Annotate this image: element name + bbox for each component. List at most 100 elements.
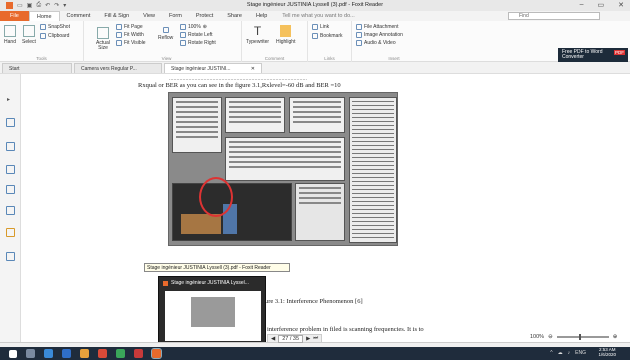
menu-share[interactable]: Share [220,13,249,19]
clock-date: 1/6/2020 [598,352,616,357]
system-tray: ^ ☁ ♪ ENG [550,350,586,356]
image-annotation-button[interactable]: Image Annotation [356,32,403,38]
link-icon [312,24,318,30]
zoom-in-icon[interactable]: ⊕ [203,24,207,30]
fit-page-button[interactable]: Fit Page [116,24,143,30]
volume-icon[interactable]: ♪ [568,350,571,356]
language-indicator[interactable]: ENG [575,350,586,356]
typewriter-button[interactable]: T Typewriter [246,25,269,45]
left-navigation-panel: ▸ [0,74,21,342]
zoom-slider[interactable] [556,334,609,340]
bookmarks-panel-icon[interactable] [6,118,15,127]
ribbon-group-insert: File Attachment Image Annotation Audio &… [352,21,436,62]
thumbnail-image [165,291,261,341]
tab-stage[interactable]: Stage ingénieur JUSTINI... ✕ [164,63,262,73]
task-view-icon[interactable] [26,349,35,358]
layers-panel-icon[interactable] [6,185,15,194]
file-attachment-button[interactable]: File Attachment [356,24,398,30]
last-page-icon[interactable]: ⏭ [313,335,318,342]
zoom-out-icon[interactable]: ⊖ [548,334,553,340]
snapshot-button[interactable]: SnapShot [40,24,70,30]
bookmark-label: Bookmark [320,33,343,39]
signature-panel-icon[interactable] [6,252,15,261]
title-bar: ▭ ▣ ⎙ ↶ ↷ ▾ Stage ingénieur JUSTINIA Lys… [0,0,630,11]
link-label: Link [320,24,330,30]
view-group-label: View [161,56,172,61]
image-annotation-label: Image Annotation [364,32,403,38]
select-tool-button[interactable]: Select [22,25,36,45]
rotate-left-button[interactable]: Rotate Left [180,32,212,38]
zoom-in-status-icon[interactable]: ⊕ [613,334,618,340]
fit-width-button[interactable]: Fit Width [116,32,144,38]
pdf-to-word-promo[interactable]: Free PDF to Word Converter PDF [558,48,628,62]
ribbon-group-comment: T Typewriter Highlight Comment [242,21,308,62]
tab-stage-label: Stage ingénieur JUSTINI... [171,65,231,72]
menu-form[interactable]: Form [162,13,189,19]
highlight-circle [199,177,233,217]
bookmark-button[interactable]: Bookmark [312,33,343,39]
foxit-taskbar-icon[interactable] [151,348,162,359]
tab-close-icon[interactable]: ✕ [251,66,255,72]
chrome-icon[interactable] [98,349,107,358]
foxit-icon [163,280,168,286]
typewriter-icon: T [253,24,262,38]
figure-log-pane [349,97,397,243]
zoom-dropdown[interactable]: 100% ⊕ [180,24,207,30]
menu-fill-sign[interactable]: Fill & Sign [97,13,136,19]
tab-start[interactable]: Start [2,63,72,73]
next-page-icon[interactable]: ▶ [306,336,310,342]
network-icon[interactable]: ☁ [558,350,563,356]
document-view[interactable]: ........................................… [21,74,630,342]
film-icon [356,40,362,46]
restore-icon[interactable]: ▭ [598,1,605,9]
prev-page-icon[interactable]: ◀ [271,336,275,342]
minimize-icon[interactable]: – [580,1,584,9]
paperclip-icon [356,24,362,30]
tell-me-input[interactable]: Tell me what you want to do... [282,13,354,19]
powerpoint-icon[interactable] [134,349,143,358]
taskbar [0,347,630,360]
menu-view[interactable]: View [136,13,162,19]
menu-home[interactable]: Home [28,11,60,21]
comment-group-label: Comment [264,56,285,61]
menu-comment[interactable]: Comment [60,13,98,19]
ribbon-group-links: Link Bookmark Links [308,21,352,62]
image-icon [356,32,362,38]
excel-icon[interactable] [116,349,125,358]
tab-camera[interactable]: Camera vers Regular P... [74,63,162,73]
zoom-level[interactable]: 100% [530,334,544,340]
zoom-control: 100% ⊖ ⊕ [530,334,617,340]
reflow-button[interactable]: Reflow [158,27,173,41]
edge-icon[interactable] [44,349,53,358]
taskbar-clock[interactable]: 2:53 AM 1/6/2020 [598,347,616,357]
menu-help[interactable]: Help [249,13,274,19]
hand-tool-button[interactable]: Hand [4,25,16,45]
fit-visible-button[interactable]: Fit Visible [116,40,146,46]
comments-panel-icon[interactable] [6,165,15,174]
rotate-right-button[interactable]: Rotate Right [180,40,216,46]
rotate-right-label: Rotate Right [188,40,216,46]
audio-video-button[interactable]: Audio & Video [356,40,396,46]
find-input[interactable]: Find [508,12,600,20]
file-menu[interactable]: File [0,11,29,21]
windows-start-icon[interactable] [9,349,17,358]
security-panel-icon[interactable] [6,228,15,237]
actual-size-button[interactable]: Actual Size [96,27,110,51]
actual-size-label: Actual Size [96,40,110,51]
highlight-button[interactable]: Highlight [276,25,295,45]
expand-panel-icon[interactable]: ▸ [7,96,10,103]
link-button[interactable]: Link [312,24,329,30]
close-icon[interactable]: ✕ [618,1,624,9]
pages-panel-icon[interactable] [6,142,15,151]
file-explorer-icon[interactable] [80,349,89,358]
ie-icon[interactable] [62,349,71,358]
tray-arrow-icon[interactable]: ^ [550,350,552,356]
menu-protect[interactable]: Protect [189,13,220,19]
promo-line2: Converter [562,54,584,60]
clipboard-button[interactable]: Clipboard [40,33,69,39]
page-number-input[interactable]: 27 / 35 [278,334,304,343]
zoom-icon [180,24,186,30]
bookmark-icon [312,33,318,39]
taskbar-thumbnail-preview[interactable]: Stage ingénieur JUSTINIA Lyssel... [158,276,266,344]
attachments-panel-icon[interactable] [6,206,15,215]
